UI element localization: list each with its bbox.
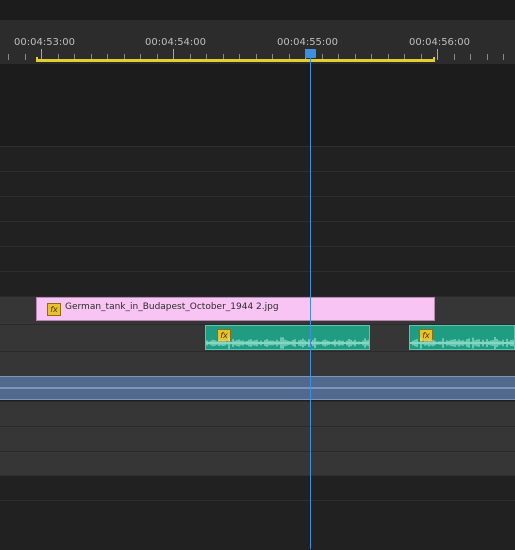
- work-area-bar[interactable]: [36, 57, 435, 62]
- video-track[interactable]: [0, 171, 515, 196]
- audio-track[interactable]: [0, 401, 515, 426]
- empty-track: [0, 475, 515, 500]
- ruler-tick: [487, 54, 488, 60]
- playhead-handle[interactable]: [305, 49, 316, 58]
- audio-track-2[interactable]: [0, 351, 515, 376]
- audio-clip[interactable]: fx: [409, 325, 515, 350]
- empty-track: [0, 500, 515, 550]
- ruler-timecode: 00:04:56:00: [409, 37, 471, 48]
- ruler-tick: [8, 54, 9, 60]
- waveform-icon: [206, 337, 369, 349]
- image-clip[interactable]: fx German_tank_in_Budapest_October_1944 …: [36, 297, 435, 321]
- ruler-timecode: 00:04:53:00: [14, 37, 76, 48]
- video-track[interactable]: [0, 271, 515, 296]
- timeline-empty-area: [0, 64, 515, 146]
- audio-track-selected-lower[interactable]: [0, 388, 515, 400]
- ruler-tick: [437, 49, 438, 60]
- ruler-tick: [454, 54, 455, 60]
- audio-track-selected-upper[interactable]: [0, 376, 515, 388]
- clip-label: German_tank_in_Budapest_October_1944 2.j…: [65, 302, 279, 312]
- ruler-tick: [503, 54, 504, 60]
- waveform-icon: [410, 337, 514, 349]
- top-bar: [0, 0, 515, 20]
- video-track[interactable]: [0, 196, 515, 221]
- ruler-timecode: 00:04:54:00: [145, 37, 207, 48]
- playhead-line[interactable]: [310, 58, 311, 549]
- video-track[interactable]: [0, 221, 515, 246]
- audio-clip[interactable]: fx: [205, 325, 370, 350]
- audio-track[interactable]: [0, 451, 515, 475]
- audio-track[interactable]: [0, 426, 515, 451]
- ruler-tick: [470, 54, 471, 60]
- ruler-tick: [25, 54, 26, 60]
- video-track[interactable]: [0, 146, 515, 171]
- fx-badge-icon: fx: [47, 303, 61, 316]
- ruler-timecode: 00:04:55:00: [277, 37, 339, 48]
- video-track[interactable]: [0, 246, 515, 271]
